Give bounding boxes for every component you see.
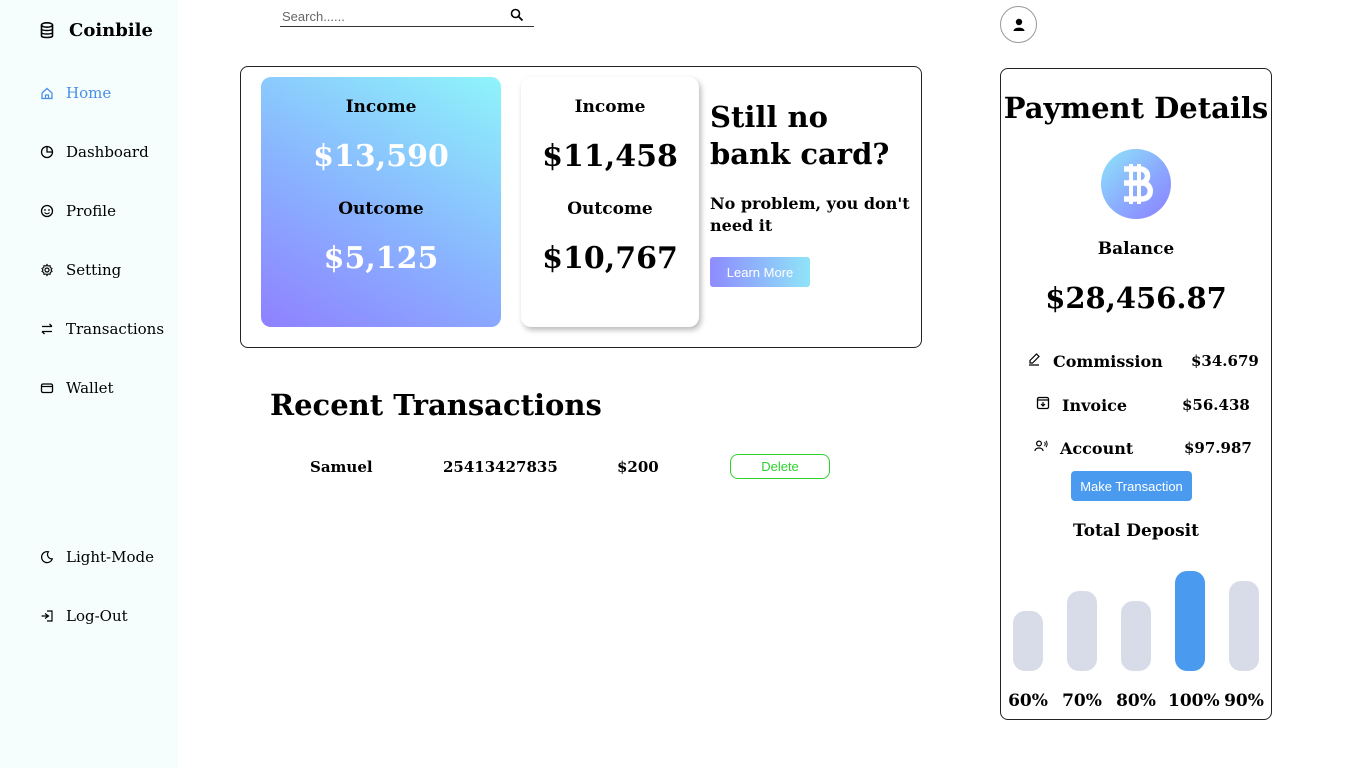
profile-icon bbox=[40, 204, 54, 218]
balance-label: Balance bbox=[1097, 239, 1175, 259]
recent-transactions-title: Recent Transactions bbox=[270, 388, 602, 422]
brand-name: Coinbile bbox=[69, 20, 153, 41]
detail-invoice: Invoice $56.438 bbox=[1001, 394, 1273, 418]
invoice-icon bbox=[1036, 396, 1050, 410]
pencil-icon bbox=[1029, 353, 1040, 366]
detail-account: Account $97.987 bbox=[1001, 437, 1273, 461]
wallet-icon bbox=[40, 383, 54, 394]
avatar[interactable] bbox=[1000, 6, 1037, 43]
home-icon bbox=[41, 87, 53, 100]
sidebar-item-profile[interactable]: Profile bbox=[40, 202, 116, 220]
sidebar-item-label: Light-Mode bbox=[66, 548, 154, 566]
balance-value: $28,456.87 bbox=[1045, 281, 1227, 315]
bitcoin-icon bbox=[1101, 149, 1171, 219]
detail-label: Account bbox=[1060, 439, 1134, 458]
sidebar-item-label: Home bbox=[66, 84, 112, 102]
brand[interactable]: Coinbile bbox=[40, 20, 153, 41]
deposit-label: 90% bbox=[1224, 691, 1264, 711]
delete-button[interactable]: Delete bbox=[730, 454, 830, 479]
sidebar-item-home[interactable]: Home bbox=[40, 84, 111, 102]
payment-title: Payment Details bbox=[1003, 91, 1269, 125]
sidebar-item-label: Dashboard bbox=[66, 143, 149, 161]
pie-chart-icon bbox=[40, 145, 54, 159]
sidebar-item-label: Setting bbox=[66, 261, 122, 279]
payment-details-panel: Payment Details Balance $28,456.87 Commi… bbox=[1000, 68, 1272, 720]
income-card-secondary: Income $11,458 Outcome $10,767 bbox=[521, 77, 699, 327]
promo: Still no bank card? No problem, you don'… bbox=[710, 99, 910, 237]
promo-title: Still no bank card? bbox=[710, 100, 890, 171]
sidebar-item-dashboard[interactable]: Dashboard bbox=[40, 143, 149, 161]
user-icon bbox=[1013, 18, 1024, 31]
deposit-bar bbox=[1067, 591, 1097, 671]
outcome-value: $5,125 bbox=[323, 241, 439, 276]
deposit-label: 100% bbox=[1168, 691, 1220, 711]
overview-panel: Income $13,590 Outcome $5,125 Income $11… bbox=[240, 66, 922, 348]
search-input[interactable] bbox=[280, 7, 500, 24]
outcome-value: $10,767 bbox=[542, 241, 678, 276]
sidebar-item-label: Wallet bbox=[66, 379, 114, 397]
deposit-bar bbox=[1175, 571, 1205, 671]
detail-commission: Commission $34.679 bbox=[1001, 350, 1273, 374]
light-mode-toggle[interactable]: Light-Mode bbox=[40, 548, 154, 566]
promo-text: No problem, you don't need it bbox=[710, 194, 910, 235]
gear-icon bbox=[41, 263, 53, 277]
deposit-bar bbox=[1229, 581, 1259, 671]
tx-name: Samuel bbox=[310, 458, 373, 476]
deposit-bar bbox=[1121, 601, 1151, 671]
outcome-label: Outcome bbox=[338, 199, 424, 219]
income-value: $13,590 bbox=[313, 139, 449, 174]
deposit-bar bbox=[1013, 611, 1043, 671]
make-transaction-button[interactable]: Make Transaction bbox=[1071, 471, 1192, 501]
sidebar-item-wallet[interactable]: Wallet bbox=[40, 379, 114, 397]
swap-arrows-icon bbox=[41, 323, 53, 335]
sidebar-item-label: Log-Out bbox=[66, 607, 128, 625]
account-icon bbox=[1034, 440, 1048, 452]
income-value: $11,458 bbox=[542, 139, 678, 174]
deposit-label: 80% bbox=[1116, 691, 1156, 711]
logout-icon bbox=[41, 610, 53, 622]
sidebar-item-label: Transactions bbox=[66, 320, 165, 338]
income-label: Income bbox=[345, 97, 417, 117]
table-row: Samuel 25413427835 $200 Delete bbox=[270, 454, 870, 479]
sidebar-item-transactions[interactable]: Transactions bbox=[40, 320, 164, 338]
detail-label: Invoice bbox=[1062, 396, 1128, 415]
detail-value: $56.438 bbox=[1182, 396, 1250, 414]
sidebar-item-setting[interactable]: Setting bbox=[40, 261, 121, 279]
sidebar-item-label: Profile bbox=[66, 202, 116, 220]
detail-value: $34.679 bbox=[1191, 352, 1259, 370]
tx-amount: $200 bbox=[617, 458, 659, 476]
detail-value: $97.987 bbox=[1184, 439, 1252, 457]
total-deposit-title: Total Deposit bbox=[1073, 521, 1199, 541]
tx-number: 25413427835 bbox=[443, 458, 558, 476]
deposit-label: 60% bbox=[1008, 691, 1048, 711]
income-card-primary: Income $13,590 Outcome $5,125 bbox=[261, 77, 501, 327]
deposit-label: 70% bbox=[1062, 691, 1102, 711]
outcome-label: Outcome bbox=[567, 199, 653, 219]
detail-label: Commission bbox=[1053, 352, 1163, 371]
income-label: Income bbox=[574, 97, 646, 117]
search-icon[interactable] bbox=[510, 8, 524, 22]
moon-icon bbox=[41, 551, 54, 564]
sidebar: Coinbile Home Dashboard Profile Setting … bbox=[0, 0, 178, 768]
logout-button[interactable]: Log-Out bbox=[40, 607, 128, 625]
database-icon bbox=[40, 22, 54, 39]
search-bar bbox=[280, 6, 534, 27]
learn-more-button[interactable]: Learn More bbox=[710, 257, 810, 287]
